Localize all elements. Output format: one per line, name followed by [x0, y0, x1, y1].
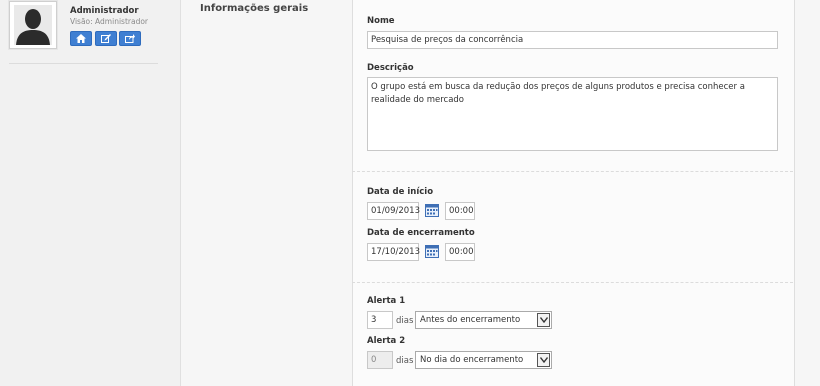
- alert2-select[interactable]: No dia do encerramento: [415, 351, 552, 369]
- description-textarea[interactable]: O grupo está em busca da redução dos pre…: [367, 77, 778, 151]
- end-date-label: Data de encerramento: [367, 228, 475, 238]
- description-label: Descrição: [367, 63, 414, 73]
- alert1-days-input[interactable]: 3: [367, 311, 393, 329]
- alert2-unit: dias: [396, 356, 414, 366]
- name-input[interactable]: Pesquisa de preços da concorrência: [367, 31, 778, 49]
- chevron-down-icon: [537, 313, 550, 327]
- alert1-label: Alerta 1: [367, 296, 406, 306]
- start-date-input[interactable]: 01/09/2013: [367, 202, 420, 220]
- user-role: Visão: Administrador: [70, 17, 148, 26]
- alert2-days-input[interactable]: 0: [367, 351, 393, 369]
- alert1-unit: dias: [396, 316, 414, 326]
- share-icon: [125, 34, 135, 43]
- start-time-input[interactable]: 00:00: [445, 202, 475, 220]
- alert1-selected-option: Antes do encerramento: [420, 315, 521, 325]
- chevron-down-icon: [537, 353, 550, 367]
- start-date-label: Data de início: [367, 187, 434, 197]
- calendar-icon[interactable]: [425, 244, 439, 258]
- sidebar: Administrador Visão: Administrador: [0, 0, 180, 386]
- edit-button[interactable]: [95, 31, 117, 46]
- avatar: [9, 1, 57, 49]
- sidebar-divider: [9, 63, 158, 64]
- edit-icon: [101, 34, 111, 43]
- name-label: Nome: [367, 16, 395, 26]
- alert2-label: Alerta 2: [367, 336, 406, 346]
- end-time-input[interactable]: 00:00: [445, 243, 475, 261]
- end-date-input[interactable]: 17/10/2013: [367, 243, 420, 261]
- section-title: Informações gerais: [200, 3, 309, 14]
- user-silhouette-icon: [14, 5, 52, 45]
- calendar-icon[interactable]: [425, 203, 439, 217]
- home-icon: [76, 34, 86, 43]
- alert2-selected-option: No dia do encerramento: [420, 355, 524, 365]
- section-separator: [352, 171, 793, 172]
- section-separator: [352, 282, 793, 283]
- user-name: Administrador: [70, 6, 139, 16]
- alert1-select[interactable]: Antes do encerramento: [415, 311, 552, 329]
- home-button[interactable]: [70, 31, 92, 46]
- share-button[interactable]: [119, 31, 141, 46]
